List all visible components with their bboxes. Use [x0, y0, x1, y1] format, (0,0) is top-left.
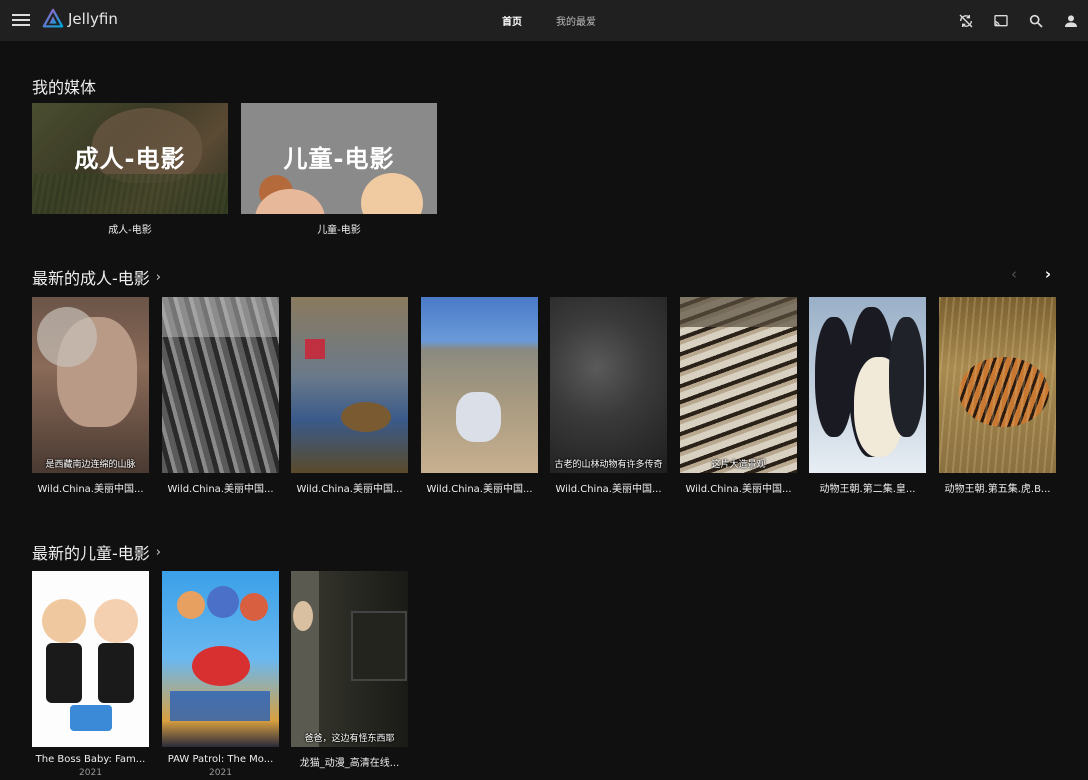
media-title: 动物王朝.第二集.皇...	[819, 484, 916, 495]
scroll-left-button[interactable]: ‹	[1005, 265, 1023, 283]
search-icon[interactable]	[1018, 3, 1053, 39]
section-title-latest-adult[interactable]: 最新的成人-电影 ›	[32, 265, 161, 289]
section-title-my-media: 我的媒体	[32, 74, 96, 98]
media-card[interactable]: 动物王朝.第五集.虎.B...	[939, 297, 1056, 495]
jellyfin-logo-icon	[42, 8, 64, 28]
subtitle-text: 是西藏南边连绵的山脉	[45, 460, 136, 470]
poster-thumbnail	[162, 297, 279, 473]
brand-name: Jellyfin	[68, 10, 118, 28]
poster-thumbnail	[32, 571, 149, 747]
poster-thumbnail	[421, 297, 538, 473]
media-title: Wild.China.美丽中国...	[426, 484, 533, 495]
poster-thumbnail	[291, 297, 408, 473]
media-title: Wild.China.美丽中国...	[167, 484, 274, 495]
header-actions	[948, 0, 1088, 41]
main-tabs: 首页 我的最爱	[500, 0, 628, 41]
poster-thumbnail: 是西藏南边连绵的山脉	[32, 297, 149, 473]
library-card-kids[interactable]: 儿童-电影 儿童-电影	[241, 103, 437, 236]
library-card-adult[interactable]: 成人-电影 成人-电影	[32, 103, 228, 236]
media-card[interactable]: 古老的山林动物有许多传奇 Wild.China.美丽中国...	[550, 297, 667, 495]
media-title: Wild.China.美丽中国...	[296, 484, 403, 495]
section-title-text: 最新的成人-电影	[32, 269, 150, 288]
subtitle-text: 爸爸，这边有怪东西耶	[304, 734, 395, 744]
poster-thumbnail: 爸爸，这边有怪东西耶	[291, 571, 408, 747]
scroll-right-button[interactable]: ›	[1039, 265, 1057, 283]
library-overlay-label: 成人-电影	[74, 145, 186, 173]
hamburger-menu-icon[interactable]	[12, 11, 30, 29]
media-card[interactable]: Wild.China.美丽中国...	[291, 297, 408, 495]
release-year: 2021	[209, 768, 232, 778]
media-title: 龙猫_动漫_高清在线...	[299, 758, 400, 769]
jellyfin-logo[interactable]: Jellyfin	[42, 8, 118, 30]
poster-thumbnail: 这片大造景观	[680, 297, 797, 473]
poster-thumbnail	[939, 297, 1056, 473]
media-card[interactable]: 是西藏南边连绵的山脉 Wild.China.美丽中国...	[32, 297, 149, 495]
release-year: 2021	[79, 768, 102, 778]
library-thumbnail: 儿童-电影	[241, 103, 437, 214]
section-title-latest-kids[interactable]: 最新的儿童-电影 ›	[32, 540, 161, 564]
subtitle-text: 古老的山林动物有许多传奇	[554, 460, 663, 470]
poster-thumbnail	[809, 297, 926, 473]
cast-icon[interactable]	[983, 3, 1018, 39]
media-card[interactable]: Wild.China.美丽中国...	[162, 297, 279, 495]
top-app-bar: Jellyfin 首页 我的最爱	[0, 0, 1088, 41]
media-card[interactable]: The Boss Baby: Fam... 2021	[32, 571, 149, 778]
media-card[interactable]: Wild.China.美丽中国...	[421, 297, 538, 495]
user-icon[interactable]	[1053, 3, 1088, 39]
media-title: The Boss Baby: Fam...	[35, 754, 146, 765]
media-card[interactable]: 动物王朝.第二集.皇...	[809, 297, 926, 495]
media-title: PAW Patrol: The Mo...	[167, 754, 274, 765]
tab-favorites[interactable]: 我的最爱	[554, 9, 598, 32]
media-title: 动物王朝.第五集.虎.B...	[944, 484, 1051, 495]
poster-thumbnail	[162, 571, 279, 747]
section-title-text: 最新的儿童-电影	[32, 544, 150, 563]
library-name: 儿童-电影	[317, 225, 361, 236]
media-card[interactable]: PAW Patrol: The Mo... 2021	[162, 571, 279, 778]
section-title-text: 我的媒体	[32, 78, 97, 97]
sync-play-icon[interactable]	[948, 3, 983, 39]
library-overlay-label: 儿童-电影	[283, 145, 395, 173]
media-title: Wild.China.美丽中国...	[685, 484, 792, 495]
media-title: Wild.China.美丽中国...	[555, 484, 662, 495]
media-card[interactable]: 这片大造景观 Wild.China.美丽中国...	[680, 297, 797, 495]
library-thumbnail: 成人-电影	[32, 103, 228, 214]
library-name: 成人-电影	[108, 225, 152, 236]
poster-thumbnail: 古老的山林动物有许多传奇	[550, 297, 667, 473]
chevron-right-icon: ›	[155, 269, 161, 285]
media-card[interactable]: 爸爸，这边有怪东西耶 龙猫_动漫_高清在线...	[291, 571, 408, 772]
chevron-right-icon: ›	[155, 544, 161, 560]
media-title: Wild.China.美丽中国...	[37, 484, 144, 495]
tab-home[interactable]: 首页	[500, 9, 524, 32]
subtitle-text: 这片大造景观	[711, 460, 766, 470]
